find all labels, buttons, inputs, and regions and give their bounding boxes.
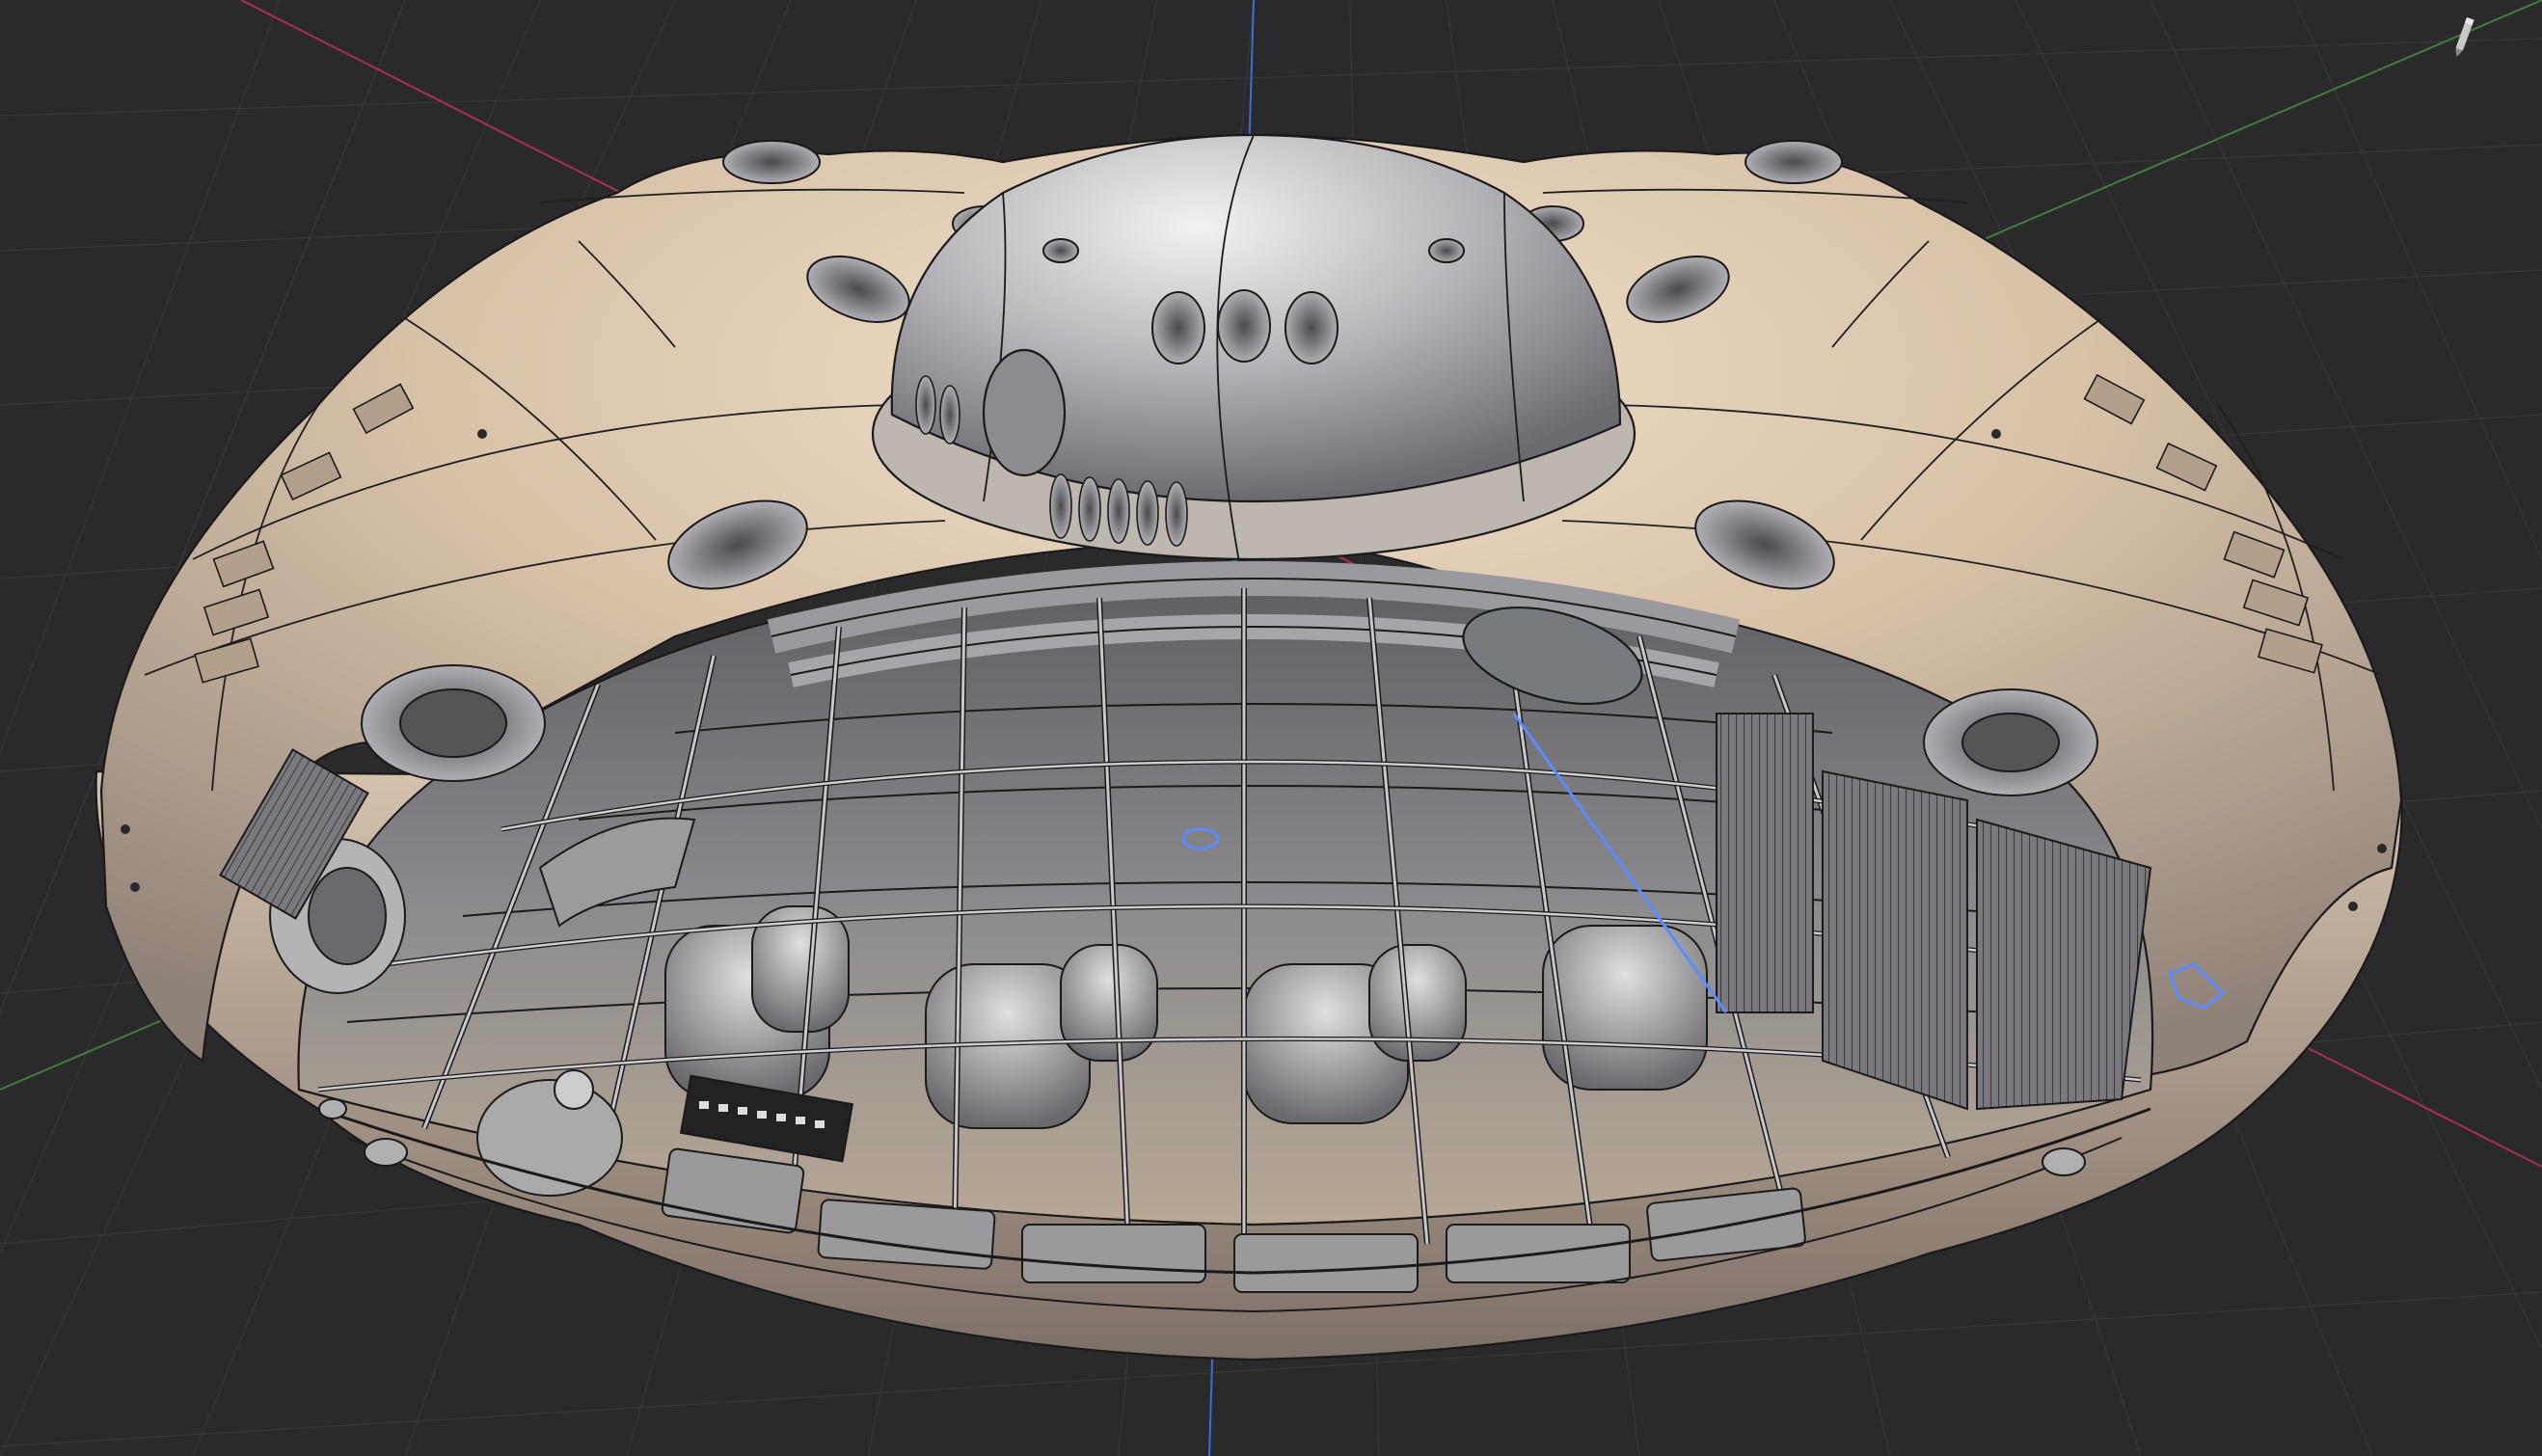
fuel-tank (1368, 944, 1467, 1062)
crew-station (1021, 1224, 1206, 1283)
port-hole (722, 140, 821, 184)
saucer-model[interactable] (95, 133, 2403, 1362)
port-hole (1744, 140, 1843, 184)
dome-hatch[interactable] (982, 348, 1067, 477)
3d-viewport[interactable] (0, 0, 2542, 1456)
crew-station (1233, 1233, 1419, 1293)
crew-station (817, 1199, 996, 1270)
